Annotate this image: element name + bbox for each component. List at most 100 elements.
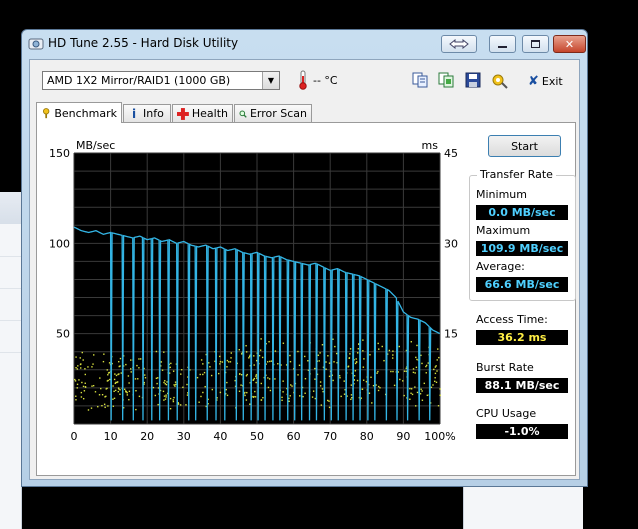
exit-button[interactable]: ✘ Exit bbox=[528, 71, 568, 91]
access-time-point bbox=[433, 368, 435, 371]
access-time-point bbox=[261, 356, 264, 359]
options-icon[interactable] bbox=[490, 71, 508, 89]
access-time-point bbox=[211, 388, 214, 391]
copy-screenshot-icon[interactable] bbox=[437, 71, 455, 89]
background-divider bbox=[0, 320, 22, 321]
tab-health[interactable]: Health bbox=[172, 104, 233, 122]
access-time-point bbox=[343, 393, 346, 395]
access-time-point bbox=[244, 394, 246, 397]
access-time-point bbox=[165, 396, 167, 398]
info-icon: i bbox=[131, 106, 137, 121]
access-time-point bbox=[108, 371, 111, 374]
access-time-point bbox=[414, 386, 416, 388]
access-time-point bbox=[164, 398, 167, 400]
access-time-point bbox=[138, 395, 141, 398]
access-time-point bbox=[119, 357, 122, 360]
access-time-point bbox=[311, 396, 314, 398]
access-time-point bbox=[370, 376, 372, 378]
start-button[interactable]: Start bbox=[488, 135, 561, 157]
drive-select[interactable]: AMD 1X2 Mirror/RAID1 (1000 GB) ▼ bbox=[42, 71, 280, 90]
access-time-point bbox=[154, 394, 157, 397]
access-time-point bbox=[113, 378, 116, 381]
window-title: HD Tune 2.55 - Hard Disk Utility bbox=[48, 36, 239, 50]
access-time-point bbox=[93, 354, 95, 356]
y-right-axis-label: ms bbox=[422, 139, 439, 152]
access-time-point bbox=[103, 403, 106, 406]
access-time-point bbox=[102, 360, 105, 363]
access-time-point bbox=[282, 342, 285, 344]
access-time-point bbox=[325, 361, 327, 363]
access-time-point bbox=[302, 395, 304, 398]
access-time-point bbox=[289, 395, 291, 397]
access-time-point bbox=[312, 390, 315, 392]
access-time-point bbox=[376, 372, 378, 374]
access-time-point bbox=[204, 385, 206, 388]
access-time-point bbox=[106, 369, 108, 371]
minimize-button[interactable] bbox=[489, 35, 516, 53]
title-bar[interactable]: HD Tune 2.55 - Hard Disk Utility ✕ bbox=[22, 30, 587, 58]
access-time-point bbox=[128, 382, 130, 384]
access-time-point bbox=[328, 375, 331, 378]
access-time-point bbox=[254, 396, 257, 398]
access-time-point bbox=[124, 388, 126, 390]
access-time-point bbox=[202, 391, 204, 394]
maximize-button[interactable] bbox=[522, 35, 549, 53]
temperature-readout: -- °C bbox=[313, 74, 338, 87]
background-divider bbox=[0, 256, 22, 257]
benchmark-panel: MB/sec ms 150 100 50 45 30 15 0 10 20 30 40 50 60 70 80 9… bbox=[36, 122, 576, 476]
copy-info-icon[interactable] bbox=[411, 71, 429, 89]
access-time-point bbox=[427, 362, 429, 364]
access-time-point bbox=[412, 371, 415, 374]
access-time-point bbox=[128, 390, 131, 393]
access-time-point bbox=[83, 390, 86, 392]
tab-benchmark[interactable]: Benchmark bbox=[36, 102, 122, 123]
access-time-point bbox=[136, 364, 138, 367]
save-icon[interactable] bbox=[464, 71, 482, 89]
access-time-point bbox=[354, 370, 357, 372]
drive-select-value: AMD 1X2 Mirror/RAID1 (1000 GB) bbox=[47, 74, 231, 87]
background-header bbox=[0, 192, 22, 224]
access-time-point bbox=[107, 379, 109, 382]
access-time-point bbox=[343, 380, 345, 382]
access-time-point bbox=[260, 338, 262, 340]
access-time-point bbox=[434, 380, 436, 383]
access-time-point bbox=[409, 398, 411, 400]
tab-error-scan[interactable]: Error Scan bbox=[234, 104, 312, 122]
access-time-point bbox=[164, 380, 166, 382]
access-time-point bbox=[200, 359, 203, 361]
x-tick-label: 90 bbox=[396, 430, 410, 443]
access-time-point bbox=[355, 361, 358, 363]
access-time-point bbox=[290, 384, 292, 386]
access-time-point bbox=[115, 374, 118, 377]
tab-label: Error Scan bbox=[249, 107, 307, 120]
access-time-point bbox=[87, 409, 90, 411]
access-time-point bbox=[253, 377, 256, 380]
access-time-point bbox=[79, 357, 81, 359]
access-time-point bbox=[75, 366, 77, 369]
access-time-point bbox=[94, 391, 97, 393]
transfer-rate-title: Transfer Rate bbox=[477, 168, 556, 181]
access-time-point bbox=[245, 345, 247, 347]
access-time-point bbox=[135, 390, 137, 392]
access-time-point bbox=[269, 360, 271, 363]
switch-arrows-icon bbox=[449, 39, 469, 49]
switch-window-button[interactable] bbox=[441, 35, 477, 53]
access-time-point bbox=[169, 407, 172, 410]
access-time-point bbox=[282, 391, 284, 393]
chevron-down-icon[interactable]: ▼ bbox=[262, 72, 279, 89]
access-time-point bbox=[134, 378, 137, 380]
x-tick-label: 70 bbox=[323, 430, 337, 443]
access-time-point bbox=[416, 391, 419, 394]
access-time-point bbox=[246, 391, 248, 394]
access-time-point bbox=[120, 372, 122, 374]
access-time-point bbox=[430, 386, 433, 389]
access-time-point bbox=[391, 357, 394, 359]
access-time-point bbox=[432, 384, 434, 386]
access-time-point bbox=[425, 364, 428, 367]
access-time-point bbox=[339, 377, 341, 379]
close-button[interactable]: ✕ bbox=[553, 35, 586, 53]
access-time-point bbox=[114, 373, 116, 375]
access-time-point bbox=[75, 356, 77, 358]
access-time-point bbox=[340, 395, 342, 398]
tab-info[interactable]: i Info bbox=[123, 104, 171, 122]
